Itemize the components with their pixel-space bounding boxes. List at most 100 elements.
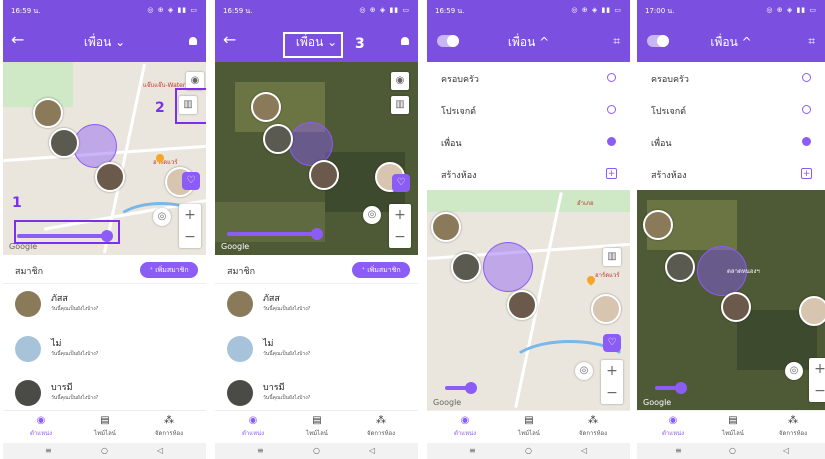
qr-code-icon[interactable]: ⌗ — [613, 34, 620, 49]
create-room-item[interactable]: สร้างห้อง + — [637, 158, 825, 191]
zoom-in-icon[interactable]: + — [389, 204, 411, 226]
group-option-family[interactable]: ครอบครัว — [637, 62, 825, 95]
add-room-icon[interactable]: + — [606, 168, 617, 179]
geofence-button[interactable]: ♡ — [392, 174, 410, 192]
notification-bell-icon[interactable] — [401, 37, 409, 45]
locate-target-icon[interactable]: ◎ — [575, 362, 593, 380]
radio-button[interactable] — [607, 105, 616, 114]
friend-avatar-marker[interactable] — [643, 210, 673, 240]
friend-avatar-marker[interactable] — [721, 292, 751, 322]
zoom-in-icon[interactable]: + — [809, 358, 825, 380]
radius-slider-thumb[interactable] — [465, 382, 477, 394]
group-option-project[interactable]: โปรเจกต์ — [427, 94, 630, 127]
my-location-icon[interactable]: ◉ — [391, 72, 409, 90]
radio-button[interactable] — [802, 73, 811, 82]
nav-location[interactable]: ◉ ตำแหน่ง — [643, 415, 703, 438]
group-selector[interactable]: เพื่อน ^ — [427, 33, 630, 52]
satellite-map-view[interactable]: ◉ ▥ ♡ ◎ + − Google — [215, 62, 418, 255]
nav-timeline[interactable]: ▤ ไทม์ไลน์ — [499, 415, 559, 438]
nav-manage-rooms[interactable]: ⁂ จัดการห้อง — [139, 415, 199, 438]
friend-avatar-marker[interactable] — [33, 98, 63, 128]
locate-target-icon[interactable]: ◎ — [785, 362, 803, 380]
map-place-label: ตลาดหนองฯ — [727, 268, 760, 275]
nav-location[interactable]: ◉ ตำแหน่ง — [11, 415, 71, 438]
friend-avatar-marker[interactable] — [309, 160, 339, 190]
geofence-button[interactable]: ♡ — [182, 172, 200, 190]
friend-avatar-marker[interactable] — [251, 92, 281, 122]
group-option-project[interactable]: โปรเจกต์ — [637, 94, 825, 127]
radio-button[interactable] — [802, 105, 811, 114]
radio-button-selected[interactable] — [802, 137, 811, 146]
zoom-in-icon[interactable]: + — [179, 204, 201, 226]
radius-slider[interactable] — [227, 232, 317, 236]
zoom-control[interactable]: + − — [601, 360, 623, 404]
locate-target-icon[interactable]: ◎ — [363, 206, 381, 224]
friend-avatar-marker[interactable] — [95, 162, 125, 192]
map-type-icon[interactable]: ▥ — [603, 248, 621, 266]
zoom-out-icon[interactable]: − — [389, 226, 411, 248]
zoom-in-icon[interactable]: + — [601, 360, 623, 382]
friend-avatar-marker[interactable] — [263, 124, 293, 154]
menu-icon[interactable]: ≡ — [469, 446, 476, 455]
member-list-item[interactable]: ไม่ วันนี้คุณเป็นยังไงบ้าง? — [215, 330, 418, 376]
radius-slider-thumb[interactable] — [311, 228, 323, 240]
friend-avatar-marker[interactable] — [799, 296, 825, 326]
radius-slider-thumb[interactable] — [675, 382, 687, 394]
geofence-button[interactable]: ♡ — [603, 334, 621, 352]
create-room-item[interactable]: สร้างห้อง + — [427, 158, 630, 191]
add-member-button[interactable]: ⁺ เพิ่มสมาชิก — [140, 262, 198, 278]
back-icon[interactable]: ◁ — [157, 446, 163, 455]
friend-avatar-marker[interactable] — [591, 294, 621, 324]
back-icon[interactable]: ◁ — [369, 446, 375, 455]
zoom-out-icon[interactable]: − — [601, 382, 623, 404]
add-member-button[interactable]: ⁺ เพิ่มสมาชิก — [352, 262, 410, 278]
group-selector[interactable]: เพื่อน ⌄ — [3, 33, 206, 52]
notification-bell-icon[interactable] — [189, 37, 197, 45]
group-option-friends[interactable]: เพื่อน — [637, 126, 825, 159]
nav-location[interactable]: ◉ ตำแหน่ง — [223, 415, 283, 438]
nav-location[interactable]: ◉ ตำแหน่ง — [435, 415, 495, 438]
nav-label: ตำแหน่ง — [29, 430, 53, 437]
zoom-control[interactable]: + − — [179, 204, 201, 248]
group-option-family[interactable]: ครอบครัว — [427, 62, 630, 95]
map-type-icon[interactable]: ▥ — [391, 96, 409, 114]
member-list-item[interactable]: ภัสส วันนี้คุณเป็นยังไงบ้าง? — [3, 285, 206, 331]
friend-avatar-marker[interactable] — [451, 252, 481, 282]
nav-manage-rooms[interactable]: ⁂ จัดการห้อง — [763, 415, 823, 438]
satellite-map-view[interactable]: ตลาดหนองฯ ◎ + − Google — [637, 190, 825, 410]
add-room-icon[interactable]: + — [801, 168, 812, 179]
zoom-out-icon[interactable]: − — [179, 226, 201, 248]
bottom-navigation: ◉ ตำแหน่ง ▤ ไทม์ไลน์ ⁂ จัดการห้อง — [215, 410, 418, 443]
zoom-control[interactable]: + − — [389, 204, 411, 248]
friend-avatar-marker[interactable] — [507, 290, 537, 320]
radio-button[interactable] — [607, 73, 616, 82]
home-icon[interactable]: ○ — [313, 446, 320, 455]
nav-timeline[interactable]: ▤ ไทม์ไลน์ — [75, 415, 135, 438]
nav-label: จัดการห้อง — [778, 430, 808, 437]
group-option-friends[interactable]: เพื่อน — [427, 126, 630, 159]
qr-code-icon[interactable]: ⌗ — [808, 34, 815, 49]
zoom-out-icon[interactable]: − — [809, 380, 825, 402]
map-view[interactable]: ฮาร์ดแวร์ อำเภอ ▥ ♡ ◎ + − Google — [427, 190, 630, 410]
home-icon[interactable]: ○ — [729, 446, 736, 455]
friend-avatar-marker[interactable] — [49, 128, 79, 158]
back-icon[interactable]: ◁ — [581, 446, 587, 455]
home-icon[interactable]: ○ — [101, 446, 108, 455]
nav-timeline[interactable]: ▤ ไทม์ไลน์ — [287, 415, 347, 438]
radio-button-selected[interactable] — [607, 137, 616, 146]
friend-avatar-marker[interactable] — [431, 212, 461, 242]
locate-target-icon[interactable]: ◎ — [153, 208, 171, 226]
group-selector[interactable]: เพื่อน ^ — [637, 33, 825, 52]
menu-icon[interactable]: ≡ — [257, 446, 264, 455]
zoom-control[interactable]: + − — [809, 358, 825, 402]
friend-avatar-marker[interactable] — [665, 252, 695, 282]
home-icon[interactable]: ○ — [525, 446, 532, 455]
nav-timeline[interactable]: ▤ ไทม์ไลน์ — [703, 415, 763, 438]
nav-manage-rooms[interactable]: ⁂ จัดการห้อง — [351, 415, 411, 438]
member-list-item[interactable]: ไม่ วันนี้คุณเป็นยังไงบ้าง? — [3, 330, 206, 376]
nav-manage-rooms[interactable]: ⁂ จัดการห้อง — [563, 415, 623, 438]
menu-icon[interactable]: ≡ — [45, 446, 52, 455]
member-list-item[interactable]: ภัสส วันนี้คุณเป็นยังไงบ้าง? — [215, 285, 418, 331]
menu-icon[interactable]: ≡ — [675, 446, 682, 455]
back-icon[interactable]: ◁ — [783, 446, 789, 455]
